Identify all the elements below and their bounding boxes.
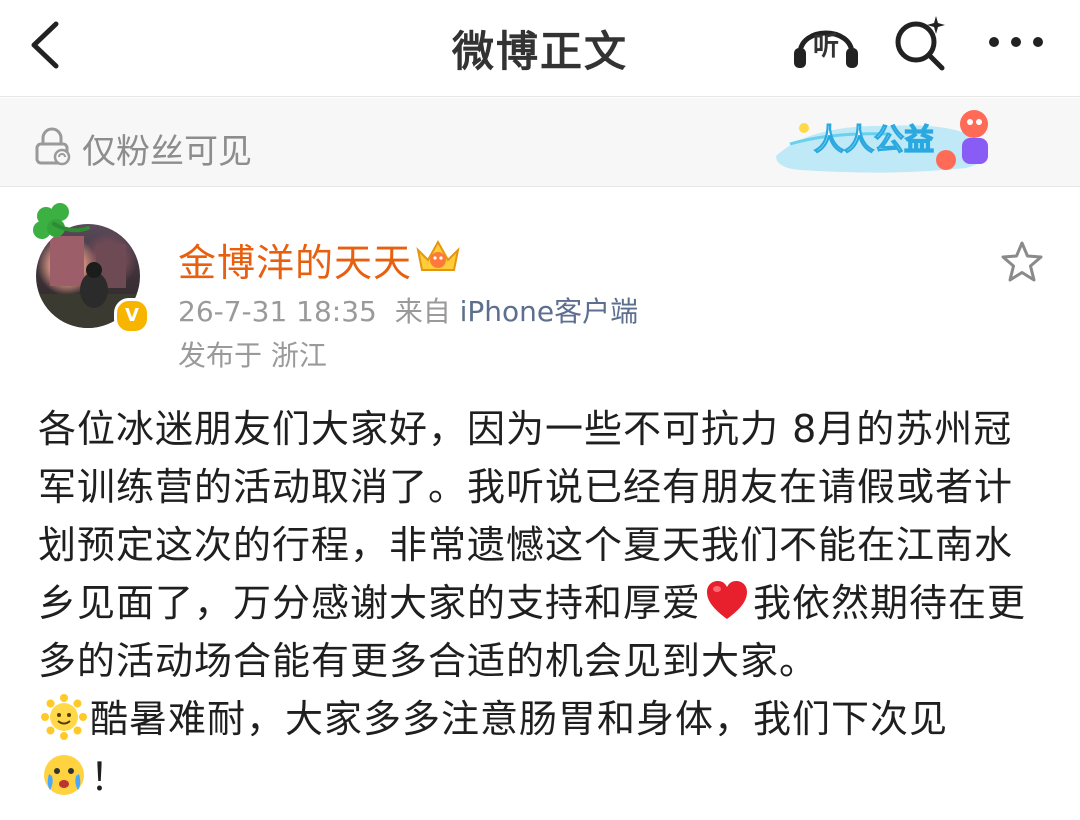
sun-face-emoji	[41, 694, 87, 740]
location-value: 浙江	[270, 339, 327, 372]
post-meta: 26-7-31 18:35 来自 iPhone客户端	[178, 290, 638, 330]
visibility-label: 仅粉丝可见	[82, 132, 252, 172]
tearful-face-emoji	[44, 755, 84, 795]
location-prefix: 发布于	[178, 339, 263, 372]
red-heart-emoji	[707, 581, 748, 619]
more-dots-icon	[989, 37, 1043, 47]
charity-label: 人人公益	[814, 123, 934, 158]
post-text: 各位冰迷朋友们大家好，因为一些不可抗力 8月的苏州冠军训练营的活动取消了。我听说…	[38, 400, 1048, 806]
lock-icon	[35, 127, 71, 166]
post-text-part3: 酷暑难耐，大家多多注意肠胃和身体，我们下次见	[90, 697, 949, 741]
source-link[interactable]: iPhone客户端	[460, 295, 639, 328]
listen-button[interactable]: 听	[790, 14, 862, 74]
more-options-button[interactable]	[984, 16, 1048, 68]
post-location: 发布于 浙江	[178, 334, 327, 374]
charity-mascot-icon: 人人公益	[776, 110, 988, 173]
post-text-part4: ！	[90, 755, 130, 799]
source-prefix: 来自	[394, 295, 451, 328]
clover-icon	[33, 203, 90, 239]
post-timestamp: 26-7-31 18:35	[178, 295, 377, 328]
nav-divider	[0, 96, 1080, 97]
favorite-star-icon[interactable]	[998, 238, 1046, 286]
search-button[interactable]	[888, 12, 952, 72]
charity-banner[interactable]: 人人公益	[770, 104, 1010, 180]
vip-crown-icon	[416, 239, 460, 271]
listen-label: 听	[812, 32, 839, 62]
author-name[interactable]: 金博洋的天天	[178, 232, 412, 287]
strip-divider	[0, 186, 1080, 187]
author-avatar[interactable]: V	[30, 200, 150, 334]
verified-badge: V	[114, 298, 150, 334]
search-sparkle-icon	[895, 16, 945, 71]
top-nav-bar: 微博正文 听	[0, 0, 1080, 96]
